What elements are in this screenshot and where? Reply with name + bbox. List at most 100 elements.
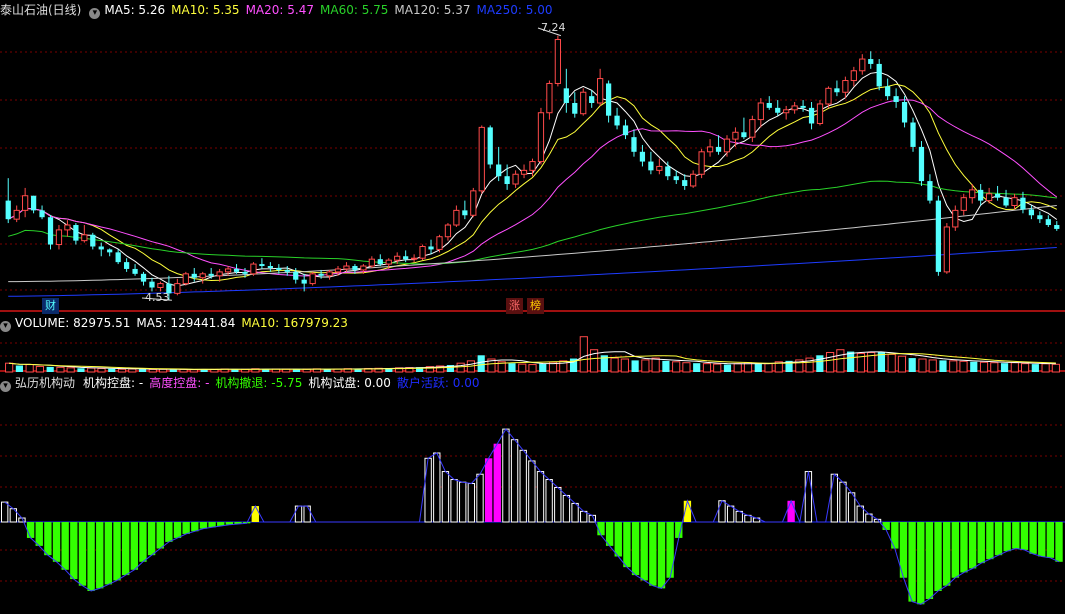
institution-bar (804, 471, 813, 523)
candle-body-down (259, 264, 265, 267)
candle-body-down (90, 234, 96, 247)
candle-body-down (868, 59, 874, 64)
limit-up-marker[interactable]: 涨 (506, 298, 523, 314)
volume-bar (970, 361, 978, 372)
candle-body-up (216, 271, 223, 277)
candle-body-down (504, 176, 510, 185)
control-bar (787, 500, 795, 522)
ranking-marker[interactable]: 榜 (527, 298, 544, 314)
settings-circle-icon[interactable]: ▾ (0, 381, 11, 392)
retreat-bar (1020, 522, 1029, 550)
retreat-bar (614, 522, 622, 557)
settings-circle-icon[interactable]: ▾ (0, 321, 11, 332)
candle-body-down (428, 246, 434, 250)
candle-body-down (377, 259, 383, 265)
volume-bar (1051, 363, 1060, 373)
volume-bar (1020, 363, 1030, 373)
candle-body-down (115, 252, 121, 263)
moving-average-lines (7, 71, 1058, 297)
candle-body-down (978, 189, 984, 201)
volume-bar (56, 366, 65, 373)
candle-body-down (98, 246, 104, 250)
candle-body-up (969, 189, 976, 199)
candle-body-up (537, 112, 545, 163)
candle-body-down (665, 166, 671, 177)
volume-bar (117, 368, 127, 373)
volume-bar (25, 364, 34, 373)
retreat-bar (70, 522, 78, 580)
candle-body-down (47, 217, 54, 245)
volume-bar (693, 363, 701, 372)
candle-body-down (901, 102, 908, 123)
retreat-bar (917, 522, 925, 605)
settings-circle-icon[interactable]: ▾ (89, 8, 101, 19)
institution-bar (303, 505, 311, 523)
institution-bar (510, 439, 519, 523)
retreat-bar (943, 522, 951, 586)
volume-bar (918, 358, 927, 373)
volume-bar (5, 362, 14, 373)
volume-bar (702, 363, 712, 373)
price-legend: 泰山石油(日线) ▾ MA5: 5.26 MA10: 5.35 MA20: 5.47 MA… (0, 0, 559, 20)
volume-bar (77, 368, 85, 372)
volume-bar (959, 360, 968, 373)
volume-bar (1041, 363, 1050, 373)
volume-bar (128, 368, 137, 373)
volume-bar (138, 369, 147, 372)
candle-body-down (589, 96, 595, 103)
candle-body-down (766, 102, 772, 108)
retreat-bar (165, 522, 173, 542)
retreat-bar (182, 522, 190, 534)
volume-bar (87, 367, 96, 373)
institution-bar (294, 505, 303, 523)
candle-body-down (648, 161, 654, 171)
candlestick-series (5, 35, 1060, 301)
retreat-bar (44, 522, 52, 556)
institution-bar (528, 460, 536, 523)
ma250-line (8, 247, 1057, 297)
candle-body-down (673, 176, 679, 181)
candle-body-down (935, 200, 942, 272)
retreat-bar (1012, 522, 1020, 549)
candle-body-down (910, 122, 916, 147)
volume-bar (97, 367, 106, 373)
candle-body-up (859, 58, 866, 72)
volume-bar (847, 351, 855, 372)
candle-body-up (960, 197, 967, 211)
institution-bar (1, 501, 9, 523)
volume-bar (672, 361, 681, 373)
retreat-bar (147, 522, 156, 556)
institution-bar (545, 479, 553, 523)
volume-bar (641, 359, 650, 373)
stock-title[interactable]: 泰山石油(日线) (0, 3, 81, 17)
candle-body-up (580, 91, 587, 115)
institution-bar (839, 481, 847, 523)
candle-body-up (732, 131, 739, 140)
retreat-bar (968, 522, 977, 569)
volume-bar (620, 358, 629, 373)
retreat-bar (986, 522, 994, 560)
candle-body-down (233, 268, 240, 272)
candle-body-down (318, 273, 324, 276)
candle-body-down (487, 127, 493, 165)
volume-bar (539, 363, 547, 372)
candle-body-up (520, 169, 528, 175)
volume-bar (713, 363, 722, 373)
volume-bar (66, 367, 75, 373)
volume-bar (682, 362, 691, 373)
candle-body-up (757, 102, 764, 121)
candle-body-up (360, 265, 367, 271)
volume-bar (1031, 364, 1039, 372)
ma250-legend: MA250: 5.00 (476, 3, 553, 17)
candle-body-up (326, 271, 333, 277)
volume-bar (662, 360, 670, 372)
candle-body-up (444, 224, 452, 238)
retreat-bar (130, 522, 138, 570)
finance-marker[interactable]: 财 (42, 298, 59, 314)
candle-body-up (394, 255, 401, 261)
candle-body-down (5, 200, 11, 220)
institution-bar (847, 492, 856, 523)
indicator-title[interactable]: 弘历机构动 (15, 376, 75, 390)
institution-bar (459, 481, 467, 523)
volume-bar (35, 365, 45, 373)
